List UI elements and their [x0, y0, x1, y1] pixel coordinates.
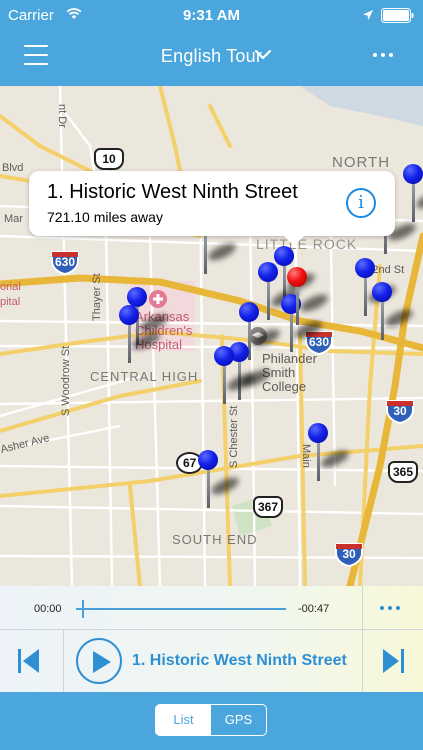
- divider: [362, 586, 363, 630]
- previous-track-icon[interactable]: [18, 649, 40, 673]
- college-label: Philander Smith College: [262, 351, 317, 394]
- city-label: LITTLE ROCK: [256, 236, 358, 252]
- route-shield: 10: [94, 148, 124, 170]
- gps-view-button[interactable]: GPS: [211, 705, 266, 735]
- street-label: Mar: [4, 213, 23, 225]
- tour-stop-pin[interactable]: [258, 262, 302, 332]
- street-label: Blvd: [2, 162, 24, 174]
- route-shield: 365: [388, 461, 418, 483]
- progress-track[interactable]: [76, 608, 286, 610]
- view-toggle: List GPS: [155, 704, 267, 736]
- area-label-north: NORTH: [332, 154, 391, 171]
- nav-bar: English Tour: [0, 32, 423, 86]
- interstate-number: 30: [342, 547, 356, 561]
- list-view-button[interactable]: List: [156, 705, 211, 735]
- tour-stop-pin[interactable]: [198, 450, 242, 520]
- bottom-bar: List GPS: [0, 692, 423, 750]
- top-bar: Carrier 9:31 AM English Tour: [0, 0, 423, 86]
- status-bar: Carrier 9:31 AM: [0, 0, 423, 32]
- interstate-number: 630: [308, 335, 330, 349]
- location-arrow-icon: [363, 10, 373, 20]
- hospital-icon: [149, 290, 167, 308]
- tour-stop-callout[interactable]: 1. Historic West Ninth Street 721.10 mil…: [29, 171, 395, 246]
- interstate-shield: 30: [334, 541, 364, 568]
- interstate-shield: 30: [385, 398, 415, 425]
- callout-title: 1. Historic West Ninth Street: [47, 181, 298, 203]
- chevron-down-icon[interactable]: [253, 47, 273, 61]
- more-icon[interactable]: [373, 53, 393, 57]
- more-dots-icon[interactable]: [380, 606, 400, 610]
- player-controls: 1. Historic West Ninth Street: [0, 630, 423, 692]
- street-label: nt Dr: [56, 104, 68, 128]
- selected-tour-stop-pin[interactable]: [287, 267, 331, 337]
- play-button[interactable]: [76, 638, 122, 684]
- area-label-central-high: CENTRAL HIGH: [90, 369, 199, 384]
- interstate-number: 630: [54, 255, 76, 269]
- next-track-icon[interactable]: [382, 649, 404, 673]
- interstate-shield: 630: [50, 249, 80, 276]
- area-label-south-end: SOUTH END: [172, 532, 258, 547]
- divider: [362, 630, 363, 692]
- street-label: S Woodrow St: [60, 345, 72, 416]
- callout-distance: 721.10 miles away: [47, 209, 163, 225]
- tour-title[interactable]: English Tour: [0, 46, 423, 67]
- remaining-time: -00:47: [298, 603, 330, 615]
- status-time: 9:31 AM: [183, 7, 240, 24]
- tour-stop-pin[interactable]: [372, 282, 416, 352]
- divider: [63, 630, 64, 692]
- street-label: Thayer St: [91, 273, 103, 321]
- info-icon[interactable]: i: [346, 188, 376, 218]
- track-title: 1. Historic West Ninth Street: [132, 652, 347, 669]
- street-label: pital: [0, 296, 21, 308]
- audio-player: 00:00 -00:47 1. Historic West Ninth Stre…: [0, 586, 423, 692]
- scrub-bar: 00:00 -00:47: [0, 586, 423, 630]
- tour-stop-pin[interactable]: [214, 346, 258, 416]
- interstate-number: 30: [393, 404, 407, 418]
- map-view[interactable]: NORTH CENTRAL HIGH SOUTH END Arkansas Ch…: [0, 86, 423, 586]
- tour-stop-pin[interactable]: [308, 423, 352, 493]
- progress-knob[interactable]: [82, 600, 85, 618]
- play-icon: [93, 651, 111, 673]
- tour-stop-pin[interactable]: [119, 305, 163, 375]
- elapsed-time: 00:00: [34, 603, 62, 615]
- battery-icon: [381, 8, 414, 23]
- street-label: orial: [0, 281, 21, 293]
- route-shield: 367: [253, 496, 283, 518]
